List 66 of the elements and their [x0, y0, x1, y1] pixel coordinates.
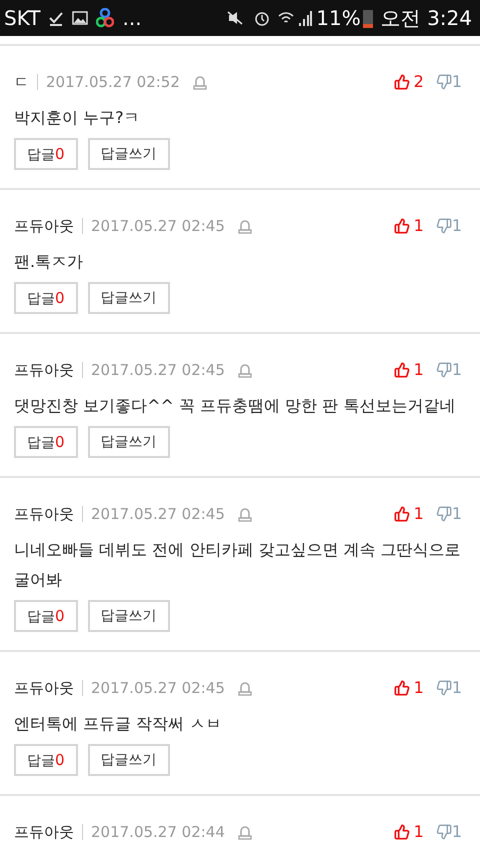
comment-text: 댓망진창 보기좋다^^ 꼭 프듀충땜에 망한 판 톡선보는거같네 — [14, 395, 456, 417]
thumbs-down-icon — [436, 74, 452, 90]
thumbs-up-icon — [394, 218, 410, 234]
like-button[interactable]: 1 — [394, 502, 424, 526]
comment-date: 2017.05.27 02:52 — [46, 72, 180, 93]
comment-date: 2017.05.27 02:45 — [91, 678, 225, 699]
thumbs-down-icon — [436, 680, 452, 696]
report-icon[interactable] — [236, 680, 253, 696]
like-button[interactable]: 1 — [394, 358, 424, 382]
replies-button[interactable]: 답글0 — [14, 282, 78, 314]
comment-text: 니네오빠들 데뷔도 전에 안티카페 갖고싶으면 계속 그딴식으로 굴어봐 — [14, 539, 462, 591]
comment-author: 프듀아웃 — [14, 360, 74, 381]
image-icon — [72, 10, 88, 26]
dislike-button[interactable]: 1 — [436, 214, 462, 238]
comment-author: 프듀아웃 — [14, 504, 74, 525]
thumbs-down-icon — [436, 218, 452, 234]
carrier-label: SKT — [4, 5, 40, 32]
thumbs-up-icon — [394, 74, 410, 90]
write-reply-button[interactable]: 답글쓰기 — [88, 600, 170, 632]
comment-date: 2017.05.27 02:45 — [91, 360, 225, 381]
thumbs-up-icon — [394, 680, 410, 696]
like-button[interactable]: 1 — [394, 820, 424, 844]
comment-date: 2017.05.27 02:44 — [91, 822, 225, 843]
like-button[interactable]: 1 — [394, 214, 424, 238]
comment-text: 박지훈이 누구?ㅋ — [14, 107, 141, 129]
comment-date: 2017.05.27 02:45 — [91, 216, 225, 237]
signal-icon — [298, 10, 312, 26]
comment-author: 프듀아웃 — [14, 678, 74, 699]
comment-author: ㄷ — [14, 72, 29, 93]
like-button[interactable]: 2 — [394, 70, 424, 94]
replies-button[interactable]: 답글0 — [14, 426, 78, 458]
report-icon[interactable] — [236, 218, 253, 234]
dislike-button[interactable]: 1 — [436, 70, 462, 94]
report-icon[interactable] — [236, 362, 253, 378]
thumbs-down-icon — [436, 506, 452, 522]
thumbs-down-icon — [436, 824, 452, 840]
comment-text: 팬.톡ㅈ가 — [14, 251, 84, 273]
report-icon[interactable] — [192, 74, 208, 90]
thumbs-down-icon — [436, 362, 452, 378]
comment-text: 엔터톡에 프듀글 작작써 ㅅㅂ — [14, 713, 222, 735]
more-notifications: ... — [122, 5, 142, 32]
thumbs-up-icon — [394, 824, 410, 840]
dislike-button[interactable]: 1 — [436, 676, 462, 700]
clock: 오전 3:24 — [380, 5, 472, 32]
replies-button[interactable]: 답글0 — [14, 138, 78, 170]
app-icon — [96, 8, 114, 28]
report-icon[interactable] — [236, 506, 253, 522]
replies-button[interactable]: 답글0 — [14, 744, 78, 776]
write-reply-button[interactable]: 답글쓰기 — [88, 744, 170, 776]
report-icon[interactable] — [236, 824, 253, 840]
replies-button[interactable]: 답글0 — [14, 600, 78, 632]
comment-date: 2017.05.27 02:45 — [91, 504, 225, 525]
write-reply-button[interactable]: 답글쓰기 — [88, 138, 170, 170]
dislike-button[interactable]: 1 — [436, 502, 462, 526]
write-reply-button[interactable]: 답글쓰기 — [88, 426, 170, 458]
battery-icon — [362, 8, 373, 28]
comment-author: 프듀아웃 — [14, 822, 74, 843]
battery-percent: 11% — [316, 5, 361, 32]
dislike-button[interactable]: 1 — [436, 358, 462, 382]
dislike-button[interactable]: 1 — [436, 820, 462, 844]
comment-author: 프듀아웃 — [14, 216, 74, 237]
like-button[interactable]: 1 — [394, 676, 424, 700]
thumbs-up-icon — [394, 362, 410, 378]
thumbs-up-icon — [394, 506, 410, 522]
write-reply-button[interactable]: 답글쓰기 — [88, 282, 170, 314]
check-icon — [48, 10, 64, 26]
